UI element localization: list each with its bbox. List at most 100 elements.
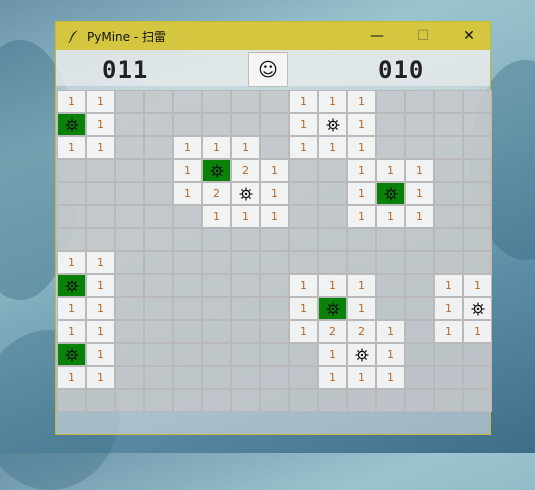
covered-cell[interactable] — [318, 251, 347, 274]
covered-cell[interactable] — [144, 159, 173, 182]
covered-cell[interactable] — [173, 320, 202, 343]
number-cell[interactable]: 1 — [289, 136, 318, 159]
number-cell[interactable]: 1 — [57, 90, 86, 113]
mine-cell[interactable] — [347, 343, 376, 366]
number-cell[interactable]: 1 — [57, 136, 86, 159]
close-button[interactable]: ✕ — [446, 22, 492, 50]
covered-cell[interactable] — [260, 343, 289, 366]
covered-cell[interactable] — [289, 182, 318, 205]
exploded-mine-cell[interactable] — [57, 113, 86, 136]
number-cell[interactable]: 1 — [434, 320, 463, 343]
number-cell[interactable]: 1 — [86, 320, 115, 343]
covered-cell[interactable] — [376, 251, 405, 274]
covered-cell[interactable] — [115, 159, 144, 182]
covered-cell[interactable] — [318, 205, 347, 228]
number-cell[interactable]: 1 — [86, 274, 115, 297]
number-cell[interactable]: 1 — [202, 136, 231, 159]
number-cell[interactable]: 1 — [173, 182, 202, 205]
covered-cell[interactable] — [57, 182, 86, 205]
number-cell[interactable]: 1 — [173, 159, 202, 182]
number-cell[interactable]: 1 — [86, 90, 115, 113]
exploded-mine-cell[interactable] — [57, 274, 86, 297]
mine-cell[interactable] — [318, 113, 347, 136]
number-cell[interactable]: 1 — [318, 366, 347, 389]
covered-cell[interactable] — [289, 343, 318, 366]
covered-cell[interactable] — [231, 320, 260, 343]
number-cell[interactable]: 1 — [173, 136, 202, 159]
covered-cell[interactable] — [260, 228, 289, 251]
covered-cell[interactable] — [376, 274, 405, 297]
covered-cell[interactable] — [405, 251, 434, 274]
covered-cell[interactable] — [231, 228, 260, 251]
covered-cell[interactable] — [231, 366, 260, 389]
smiley-reset-button[interactable]: ☺ — [248, 52, 288, 87]
number-cell[interactable]: 2 — [231, 159, 260, 182]
covered-cell[interactable] — [173, 205, 202, 228]
covered-cell[interactable] — [86, 159, 115, 182]
covered-cell[interactable] — [318, 228, 347, 251]
covered-cell[interactable] — [463, 182, 492, 205]
covered-cell[interactable] — [202, 113, 231, 136]
covered-cell[interactable] — [463, 159, 492, 182]
covered-cell[interactable] — [144, 90, 173, 113]
covered-cell[interactable] — [115, 320, 144, 343]
covered-cell[interactable] — [202, 366, 231, 389]
number-cell[interactable]: 1 — [434, 297, 463, 320]
covered-cell[interactable] — [115, 389, 144, 412]
number-cell[interactable]: 1 — [376, 320, 405, 343]
covered-cell[interactable] — [434, 182, 463, 205]
covered-cell[interactable] — [289, 366, 318, 389]
number-cell[interactable]: 1 — [434, 274, 463, 297]
covered-cell[interactable] — [86, 182, 115, 205]
covered-cell[interactable] — [202, 297, 231, 320]
number-cell[interactable]: 1 — [86, 251, 115, 274]
covered-cell[interactable] — [115, 366, 144, 389]
covered-cell[interactable] — [115, 136, 144, 159]
covered-cell[interactable] — [202, 228, 231, 251]
number-cell[interactable]: 1 — [347, 159, 376, 182]
covered-cell[interactable] — [144, 136, 173, 159]
number-cell[interactable]: 1 — [347, 136, 376, 159]
covered-cell[interactable] — [144, 274, 173, 297]
number-cell[interactable]: 1 — [86, 297, 115, 320]
number-cell[interactable]: 1 — [347, 113, 376, 136]
number-cell[interactable]: 1 — [347, 182, 376, 205]
covered-cell[interactable] — [463, 90, 492, 113]
title-bar[interactable]: PyMine - 扫雷 — ☐ ✕ — [56, 22, 490, 50]
number-cell[interactable]: 2 — [347, 320, 376, 343]
covered-cell[interactable] — [434, 366, 463, 389]
covered-cell[interactable] — [434, 136, 463, 159]
number-cell[interactable]: 1 — [231, 136, 260, 159]
covered-cell[interactable] — [405, 228, 434, 251]
covered-cell[interactable] — [115, 228, 144, 251]
covered-cell[interactable] — [405, 274, 434, 297]
number-cell[interactable]: 1 — [318, 343, 347, 366]
number-cell[interactable]: 1 — [57, 320, 86, 343]
number-cell[interactable]: 1 — [231, 205, 260, 228]
covered-cell[interactable] — [260, 251, 289, 274]
number-cell[interactable]: 1 — [318, 136, 347, 159]
covered-cell[interactable] — [173, 90, 202, 113]
mine-cell[interactable] — [463, 297, 492, 320]
covered-cell[interactable] — [463, 228, 492, 251]
number-cell[interactable]: 1 — [86, 136, 115, 159]
covered-cell[interactable] — [376, 136, 405, 159]
exploded-mine-cell[interactable] — [376, 182, 405, 205]
covered-cell[interactable] — [405, 113, 434, 136]
covered-cell[interactable] — [260, 274, 289, 297]
covered-cell[interactable] — [463, 389, 492, 412]
covered-cell[interactable] — [289, 251, 318, 274]
covered-cell[interactable] — [376, 228, 405, 251]
covered-cell[interactable] — [434, 90, 463, 113]
covered-cell[interactable] — [173, 113, 202, 136]
covered-cell[interactable] — [376, 90, 405, 113]
covered-cell[interactable] — [115, 113, 144, 136]
covered-cell[interactable] — [231, 90, 260, 113]
covered-cell[interactable] — [231, 251, 260, 274]
covered-cell[interactable] — [231, 274, 260, 297]
covered-cell[interactable] — [231, 343, 260, 366]
covered-cell[interactable] — [376, 113, 405, 136]
covered-cell[interactable] — [347, 389, 376, 412]
number-cell[interactable]: 1 — [289, 113, 318, 136]
covered-cell[interactable] — [463, 136, 492, 159]
